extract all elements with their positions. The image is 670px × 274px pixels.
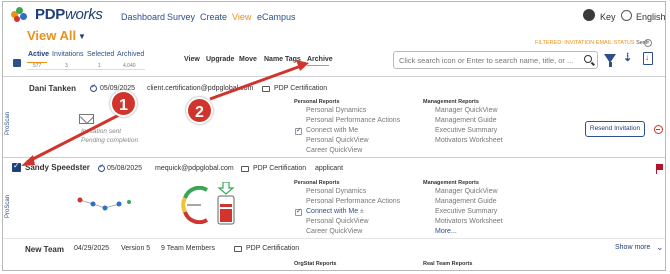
annotation-badge-1: 1 (110, 90, 137, 117)
app-window: PDPworks Dashboard Survey Create View eC… (2, 1, 666, 271)
annotation-badge-2: 2 (186, 97, 213, 124)
annotation-arrows (21, 60, 309, 166)
